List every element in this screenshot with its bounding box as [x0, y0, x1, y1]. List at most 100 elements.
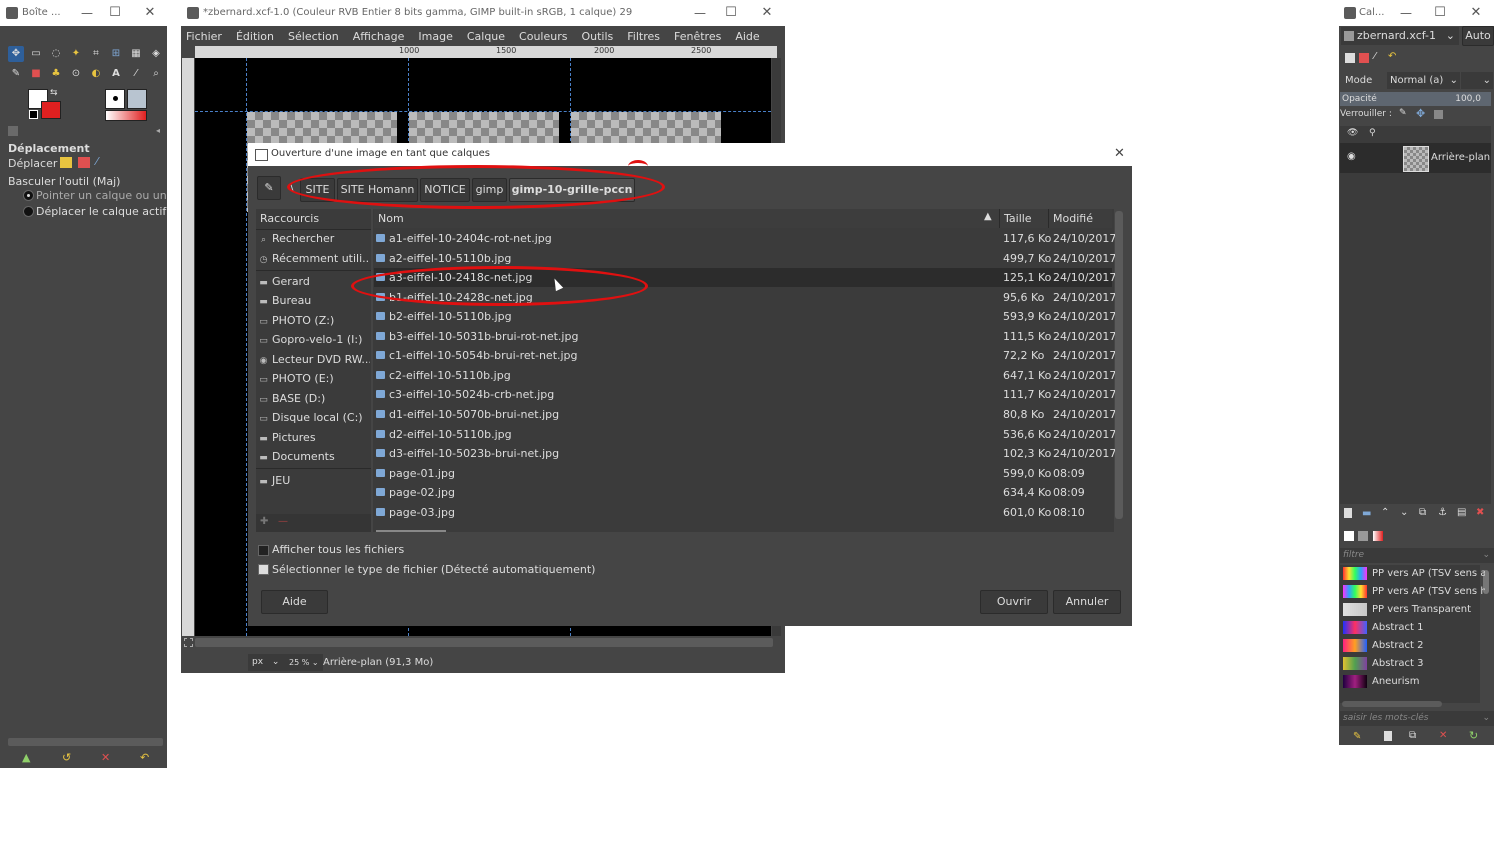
horizontal-scrollbar[interactable]	[195, 638, 773, 647]
reset-options-icon[interactable]: ↶	[140, 751, 149, 764]
place-search[interactable]: ⌕ Rechercher	[258, 229, 370, 248]
places-header[interactable]: Raccourcis	[260, 212, 319, 225]
move-path-icon[interactable]: ⁄	[96, 155, 98, 168]
file-row[interactable]: d1-eiffel-10-5070b-brui-net.jpg 80,8 Ko 24…	[374, 405, 1116, 424]
layers-titlebar[interactable]: Cal... — ☐ ✕	[1339, 0, 1494, 26]
new-gradient-icon[interactable]	[1384, 731, 1392, 741]
lock-alpha-icon[interactable]	[1434, 110, 1443, 119]
place-base-d[interactable]: ▭ BASE (D:)	[258, 389, 370, 408]
menu-edition[interactable]: Édition	[236, 30, 274, 43]
move-tool-icon[interactable]: ✥	[8, 46, 24, 62]
file-row[interactable]: b2-eiffel-10-5110b.jpg 593,9 Ko 24/10/2017	[374, 307, 1116, 326]
menu-aide[interactable]: Aide	[735, 30, 759, 43]
color-picker-icon[interactable]: ⁄	[128, 66, 144, 82]
menu-couleurs[interactable]: Couleurs	[519, 30, 567, 43]
tab-channels-icon[interactable]	[1359, 53, 1369, 63]
mode-select[interactable]: Normal (a) ⌄	[1387, 72, 1460, 89]
filetype-expander-icon[interactable]	[258, 564, 269, 575]
place-photo-e[interactable]: ▭ PHOTO (E:)	[258, 369, 370, 388]
brushes-tab-icon[interactable]	[1344, 531, 1354, 541]
place-gopro[interactable]: ▭ Gopro-velo-1 (I:)	[258, 330, 370, 349]
vertical-ruler[interactable]	[182, 58, 194, 636]
save-options-icon[interactable]: ▲	[22, 751, 30, 764]
move-selection-icon[interactable]	[78, 157, 90, 168]
tags-input[interactable]: saisir les mots-clés ⌄	[1340, 711, 1494, 726]
zoom-select[interactable]: 25 % ⌄	[286, 654, 323, 671]
text-tool-icon[interactable]: A	[108, 66, 124, 82]
unit-select[interactable]: px ⌄	[248, 654, 286, 671]
default-colors-icon[interactable]	[29, 110, 38, 119]
remove-bookmark-icon[interactable]: —	[278, 516, 288, 527]
move-layer-icon[interactable]	[60, 157, 72, 168]
cancel-button[interactable]: Annuler	[1053, 590, 1121, 614]
menu-fenetres[interactable]: Fenêtres	[674, 30, 721, 43]
zoom-icon[interactable]: ⌕	[148, 66, 164, 82]
gradients-tab-icon[interactable]	[1373, 531, 1383, 541]
menu-image[interactable]: Image	[418, 30, 452, 43]
close-icon[interactable]: ✕	[1467, 4, 1485, 22]
pattern-preview[interactable]	[127, 89, 147, 109]
place-jeu[interactable]: ▬ JEU	[258, 471, 370, 490]
tab-paths-icon[interactable]: ⁄	[1374, 51, 1376, 62]
gradient-item[interactable]: Abstract 3	[1341, 655, 1485, 672]
minimize-icon[interactable]: —	[78, 4, 96, 22]
quickmask-icon[interactable]	[184, 638, 193, 647]
place-documents[interactable]: ▬ Documents	[258, 447, 370, 466]
raise-layer-icon[interactable]: ⌃	[1381, 507, 1389, 518]
file-row[interactable]: a1-eiffel-10-2404c-rot-net.jpg 117,6 Ko 24…	[374, 229, 1116, 248]
refresh-gradients-icon[interactable]: ↻	[1469, 729, 1478, 742]
delete-options-icon[interactable]: ✕	[101, 751, 110, 764]
place-disque-c[interactable]: ▭ Disque local (C:)	[258, 408, 370, 427]
lock-position-icon[interactable]: ✥	[1416, 107, 1425, 120]
transform-icon[interactable]: ⊞	[108, 46, 124, 62]
fuzzy-select-icon[interactable]: ✦	[68, 46, 84, 62]
gradient-item[interactable]: PP vers Transparent	[1341, 601, 1485, 618]
auto-button[interactable]: Auto	[1462, 26, 1494, 46]
panel-menu-icon[interactable]: ◂	[156, 126, 160, 135]
mask-layer-icon[interactable]: ▤	[1457, 507, 1466, 518]
menu-calque[interactable]: Calque	[467, 30, 505, 43]
edit-gradient-icon[interactable]: ✎	[1353, 731, 1361, 742]
toolbox-scrollbar[interactable]	[8, 738, 163, 746]
new-group-icon[interactable]: ▬	[1362, 508, 1371, 519]
file-row[interactable]: d3-eiffel-10-5023b-brui-net.jpg 102,3 Ko 2…	[374, 444, 1116, 463]
menu-fichier[interactable]: Fichier	[186, 30, 222, 43]
image-select[interactable]: zbernard.xcf-1 ⌄	[1341, 27, 1459, 45]
minimize-icon[interactable]: —	[1397, 4, 1415, 22]
gradient-item[interactable]: Abstract 2	[1341, 637, 1485, 654]
gradient-preview[interactable]	[105, 110, 147, 121]
maximize-icon[interactable]: ☐	[1431, 4, 1449, 22]
lasso-icon[interactable]: ◌	[48, 46, 64, 62]
place-recent[interactable]: ◷ Récemment utili...	[258, 249, 370, 268]
heal-icon[interactable]: ⊙	[68, 66, 84, 82]
add-bookmark-icon[interactable]: ✚	[260, 516, 268, 527]
column-header-modified[interactable]: Modifié	[1049, 209, 1112, 228]
tab-history-icon[interactable]: ↶	[1388, 51, 1396, 62]
rect-select-icon[interactable]: ▭	[28, 46, 44, 62]
crop-icon[interactable]: ⌗	[88, 46, 104, 62]
filetype-label[interactable]: Sélectionner le type de fichier (Détecté…	[272, 563, 595, 576]
lower-layer-icon[interactable]: ⌄	[1400, 507, 1408, 518]
gradient-item[interactable]: PP vers AP (TSV sens ho	[1341, 583, 1485, 600]
maximize-icon[interactable]: ☐	[106, 4, 124, 22]
layer-row[interactable]: ◉ Arrière-plan	[1340, 143, 1491, 173]
gradients-hscrollbar[interactable]	[1342, 701, 1442, 707]
gradient-item[interactable]: Aneurism	[1341, 673, 1485, 690]
dialog-titlebar[interactable]: Ouverture d'une image en tant que calque…	[248, 143, 1132, 166]
anchor-layer-icon[interactable]: ⚓	[1438, 507, 1447, 518]
file-row[interactable]: page-01.jpg 599,0 Ko 08:09	[374, 464, 1112, 483]
horizontal-ruler[interactable]: 1000 1500 2000 2500	[195, 46, 777, 58]
clone-icon[interactable]: ♣	[48, 66, 64, 82]
new-layer-icon[interactable]	[1344, 508, 1352, 518]
open-button[interactable]: Ouvrir	[980, 590, 1048, 614]
file-row[interactable]: c2-eiffel-10-5110b.jpg 647,1 Ko 24/10/2017	[374, 366, 1116, 385]
file-row[interactable]: page-03.jpg 601,0 Ko 08:10	[374, 503, 1112, 522]
tab-layers-icon[interactable]	[1345, 53, 1355, 63]
option-radio-active[interactable]	[23, 206, 34, 217]
minimize-icon[interactable]: —	[691, 4, 709, 22]
main-titlebar[interactable]: *zbernard.xcf-1.0 (Couleur RVB Entier 8 …	[181, 0, 785, 26]
edit-path-button[interactable]: ✎	[257, 176, 281, 200]
menu-filtres[interactable]: Filtres	[627, 30, 660, 43]
place-dvd[interactable]: ◉ Lecteur DVD RW...	[258, 350, 370, 369]
close-icon[interactable]: ✕	[758, 4, 776, 22]
